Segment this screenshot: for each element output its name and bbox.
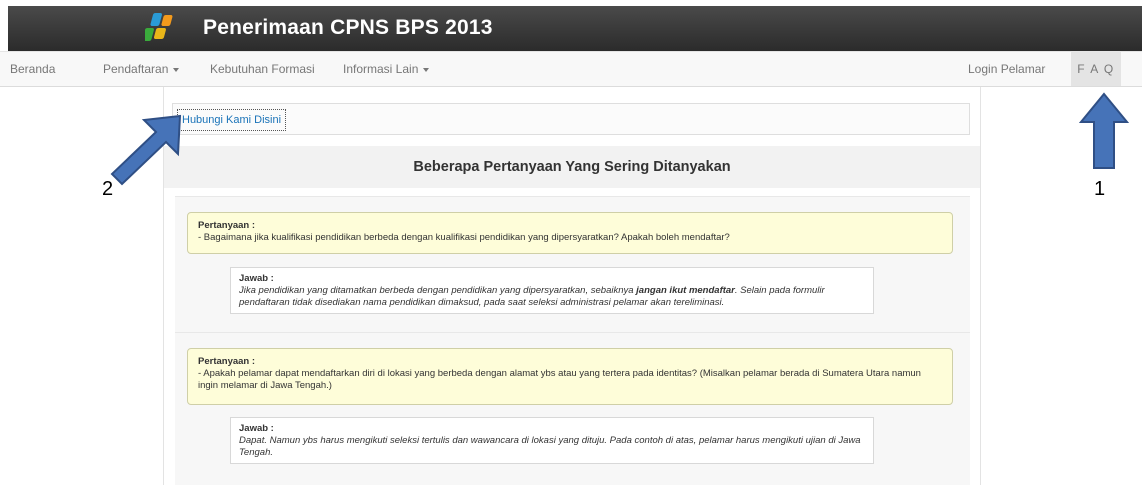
annotation-arrow-up-icon (1078, 92, 1130, 169)
annotation-arrow-diagonal-icon (110, 114, 182, 186)
nav-informasi-label: Informasi Lain (343, 62, 419, 76)
nav-kebutuhan-formasi[interactable]: Kebutuhan Formasi (210, 52, 315, 86)
faq-answer: Jawab : Jika pendidikan yang ditamatkan … (230, 267, 874, 314)
faq-answer: Jawab : Dapat. Namun ybs harus mengikuti… (230, 417, 874, 464)
nav-login-pelamar[interactable]: Login Pelamar (968, 52, 1045, 86)
answer-text: Dapat. Namun ybs harus mengikuti seleksi… (239, 435, 861, 458)
faq-question: Pertanyaan : - Apakah pelamar dapat mend… (187, 348, 953, 405)
answer-label: Jawab : (239, 273, 274, 284)
nav-faq[interactable]: F A Q (1071, 52, 1121, 86)
answer-text-emphasis: jangan ikut mendaftar (636, 285, 735, 296)
faq-heading: Beberapa Pertanyaan Yang Sering Ditanyak… (413, 159, 731, 175)
answer-text: Jika pendidikan yang ditamatkan berbeda … (239, 285, 865, 309)
bps-logo-icon (145, 13, 173, 41)
question-text: - Apakah pelamar dapat mendaftarkan diri… (198, 368, 921, 391)
answer-text-part: Jika pendidikan yang ditamatkan berbeda … (239, 285, 637, 296)
faq-question: Pertanyaan : - Bagaimana jika kualifikas… (187, 212, 953, 254)
chevron-down-icon (173, 67, 180, 72)
top-header-bar: Penerimaan CPNS BPS 2013 (8, 6, 1142, 51)
app-title: Penerimaan CPNS BPS 2013 (203, 16, 493, 39)
question-label: Pertanyaan : (198, 220, 256, 231)
nav-beranda[interactable]: Beranda (10, 52, 55, 86)
main-navbar: Beranda Pendaftaran Kebutuhan Formasi In… (0, 51, 1142, 87)
nav-informasi-lain[interactable]: Informasi Lain (343, 52, 430, 86)
nav-pendaftaran[interactable]: Pendaftaran (103, 52, 180, 86)
callout-number-2: 2 (102, 178, 114, 200)
contact-bar (172, 103, 970, 135)
question-text: - Bagaimana jika kualifikasi pendidikan … (198, 232, 730, 243)
answer-label: Jawab : (239, 423, 274, 434)
chevron-down-icon (423, 67, 430, 72)
callout-number-1: 1 (1094, 178, 1106, 200)
nav-pendaftaran-label: Pendaftaran (103, 62, 169, 76)
question-label: Pertanyaan : (198, 356, 256, 367)
